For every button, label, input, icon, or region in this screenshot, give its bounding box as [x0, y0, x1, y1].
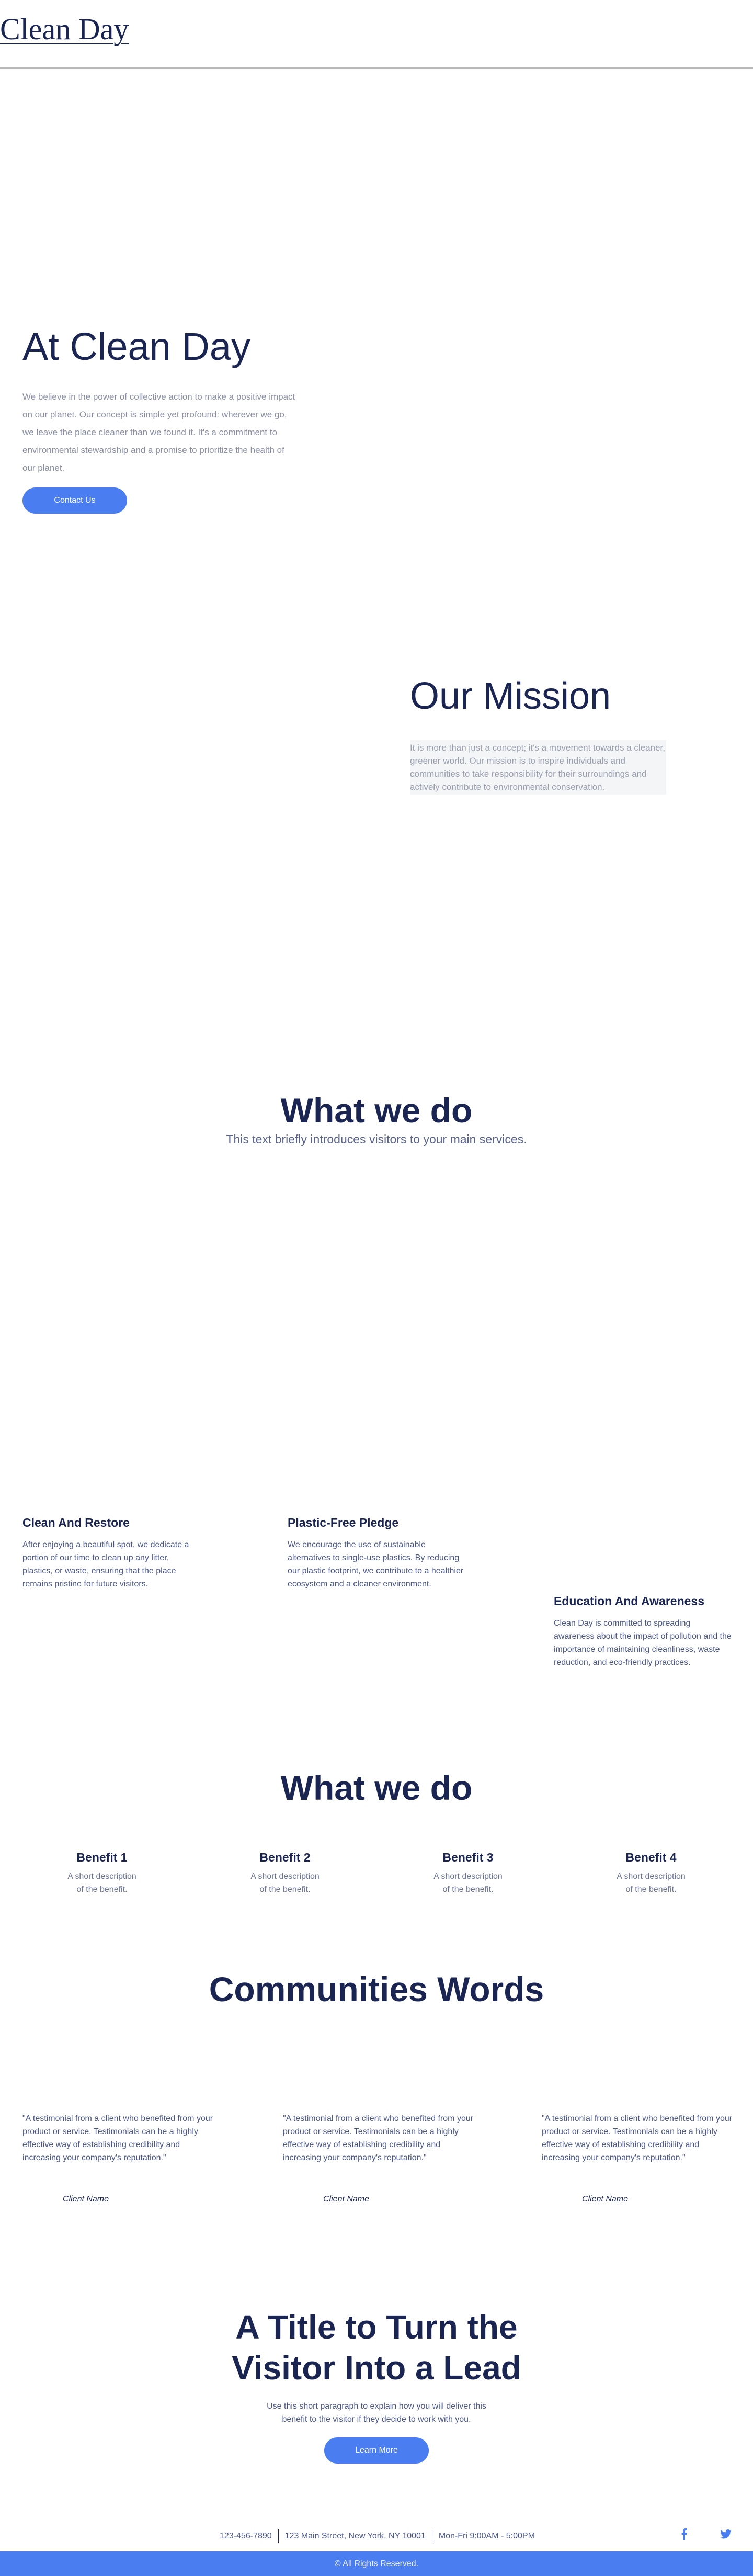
testimonial-client-name: Client Name — [582, 2195, 629, 2204]
service-text: After enjoying a beautiful spot, we dedi… — [22, 1540, 189, 1588]
benefit-text: A short description of the benefit. — [617, 1872, 686, 1894]
what-we-do-title: What we do — [280, 1091, 473, 1130]
cta-title: A Title to Turn the Visitor Into a Lead — [0, 2307, 753, 2388]
benefit-title: Benefit 1 — [76, 1851, 128, 1864]
service-title: Plastic-Free Pledge — [288, 1516, 399, 1529]
cta-title-line-2: Visitor Into a Lead — [232, 2349, 521, 2387]
learn-more-button[interactable]: Learn More — [324, 2437, 429, 2464]
benefit-text: A short description of the benefit. — [67, 1872, 136, 1894]
testimonial-client-name: Client Name — [63, 2195, 109, 2204]
footer-address: 123 Main Street, New York, NY 10001 — [284, 2532, 426, 2540]
cta-title-line-1: A Title to Turn the — [235, 2308, 518, 2346]
footer-phone[interactable]: 123-456-7890 — [220, 2532, 272, 2541]
divider — [278, 2529, 279, 2543]
benefit-text: A short description of the benefit. — [250, 1872, 320, 1894]
benefit-title: Benefit 2 — [259, 1851, 311, 1864]
cta-text: Use this short paragraph to explain how … — [267, 2402, 486, 2424]
what-we-do-subtitle: This text briefly introduces visitors to… — [226, 1132, 527, 1146]
copyright-text: © All Rights Reserved. — [334, 2559, 419, 2568]
service-title: Clean And Restore — [22, 1516, 130, 1529]
benefits-title: What we do — [280, 1768, 473, 1807]
copyright-bar: © All Rights Reserved. — [0, 2551, 753, 2576]
site-logo[interactable]: Clean Day — [0, 12, 129, 47]
contact-info: 123-456-7890 123 Main Street, New York, … — [220, 2529, 535, 2543]
benefit-title: Benefit 3 — [442, 1851, 494, 1864]
footer-hours: Mon-Fri 9:00AM - 5:00PM — [438, 2532, 535, 2540]
facebook-icon[interactable] — [678, 2527, 690, 2541]
hero-text: We believe in the power of collective ac… — [22, 392, 295, 473]
mission-text: It is more than just a concept; it's a m… — [410, 740, 666, 795]
service-title: Education And Awareness — [554, 1594, 704, 1608]
mission-title: Our Mission — [410, 675, 611, 717]
benefit-title: Benefit 4 — [625, 1851, 677, 1864]
testimonial-quote: "A testimonial from a client who benefit… — [283, 2114, 474, 2162]
contact-us-button[interactable]: Contact Us — [22, 487, 127, 514]
testimonials-title: Communities Words — [209, 1970, 544, 2008]
testimonial-quote: "A testimonial from a client who benefit… — [542, 2114, 733, 2162]
testimonial-quote: "A testimonial from a client who benefit… — [22, 2114, 213, 2162]
benefit-text: A short description of the benefit. — [433, 1872, 503, 1894]
service-text: We encourage the use of sustainable alte… — [288, 1540, 464, 1588]
site-header: Clean Day — [0, 0, 753, 69]
testimonial-client-name: Client Name — [323, 2195, 370, 2204]
twitter-icon[interactable] — [720, 2527, 732, 2541]
hero-title: At Clean Day — [22, 325, 250, 368]
service-text: Clean Day is committed to spreading awar… — [554, 1619, 732, 1667]
